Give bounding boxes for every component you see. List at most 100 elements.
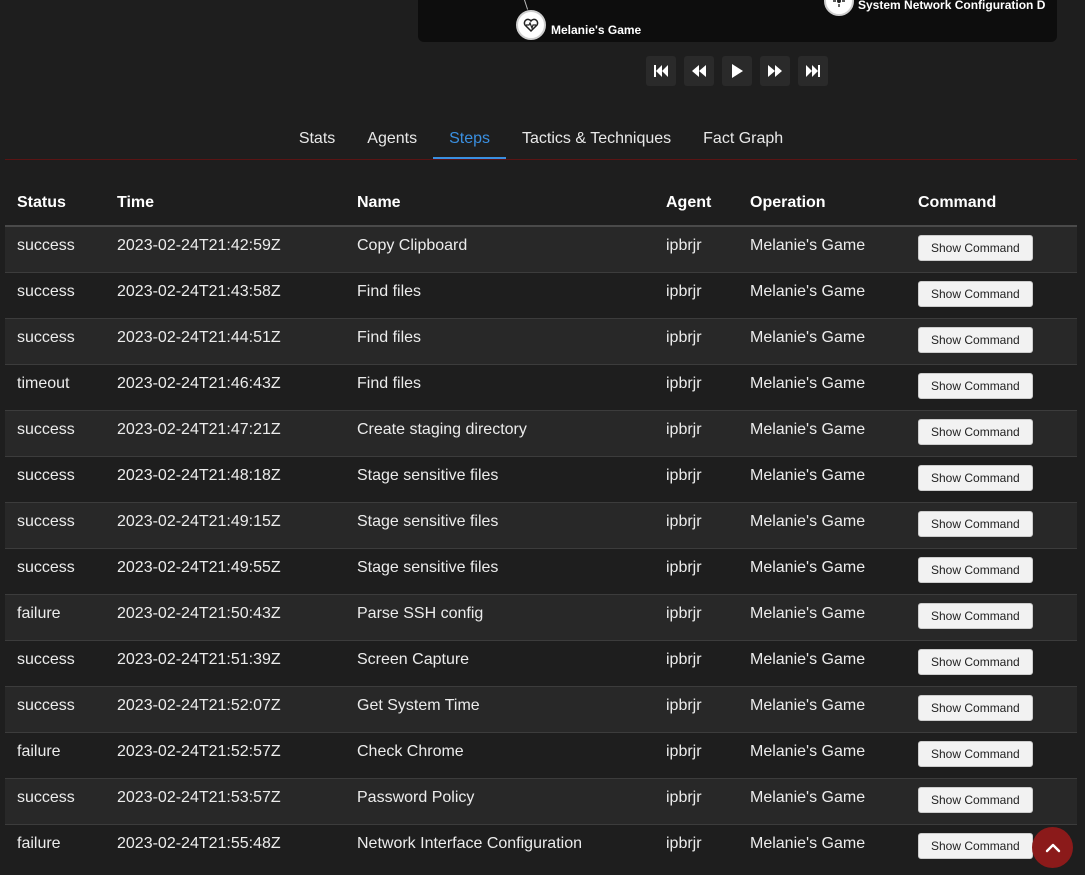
agent-cell: ipbrjr: [654, 363, 738, 410]
operation-cell: Melanie's Game: [738, 593, 906, 640]
skip-end-icon: [806, 65, 820, 77]
show-command-button[interactable]: Show Command: [918, 372, 1033, 399]
operation-cell: Melanie's Game: [738, 777, 906, 824]
operation-cell: Melanie's Game: [738, 363, 906, 410]
agent-cell: ipbrjr: [654, 593, 738, 640]
operation-cell: Melanie's Game: [738, 823, 906, 870]
show-command-button[interactable]: Show Command: [918, 786, 1033, 813]
table-row: success 2023-02-24T21:52:07Z Get System Ti…: [5, 685, 1077, 732]
show-command-button[interactable]: Show Command: [918, 694, 1033, 721]
show-command-button[interactable]: Show Command: [918, 832, 1033, 859]
column-header-command[interactable]: Command: [906, 180, 1077, 227]
table-row: success 2023-02-24T21:47:21Z Create stagin…: [5, 409, 1077, 456]
show-command-button[interactable]: Show Command: [918, 418, 1033, 445]
table-row: success 2023-02-24T21:42:59Z Copy Clipboar…: [5, 225, 1077, 272]
name-cell: Find files: [345, 363, 654, 410]
show-command-button[interactable]: Show Command: [918, 235, 1033, 261]
command-cell: Show Command: [906, 363, 1077, 410]
name-cell: Find files: [345, 317, 654, 364]
operation-cell: Melanie's Game: [738, 225, 906, 272]
table-row: success 2023-02-24T21:44:51Z Find files ipb…: [5, 317, 1077, 364]
command-cell: Show Command: [906, 409, 1077, 456]
show-command-button[interactable]: Show Command: [918, 510, 1033, 537]
agent-cell: ipbrjr: [654, 639, 738, 686]
step-back-button[interactable]: [684, 56, 714, 86]
column-header-status[interactable]: Status: [5, 180, 105, 227]
command-cell: Show Command: [906, 455, 1077, 502]
agent-cell: ipbrjr: [654, 317, 738, 364]
command-cell: Show Command: [906, 777, 1077, 824]
column-header-agent[interactable]: Agent: [654, 180, 738, 227]
agent-cell: ipbrjr: [654, 731, 738, 778]
name-cell: Parse SSH config: [345, 593, 654, 640]
time-cell: 2023-02-24T21:42:59Z: [105, 225, 345, 272]
command-cell: Show Command: [906, 593, 1077, 640]
time-cell: 2023-02-24T21:49:55Z: [105, 547, 345, 594]
skip-to-start-button[interactable]: [646, 56, 676, 86]
command-cell: Show Command: [906, 685, 1077, 732]
play-icon: [732, 64, 743, 78]
status-cell: success: [5, 547, 105, 594]
status-cell: success: [5, 455, 105, 502]
chevron-up-icon: [1045, 843, 1060, 852]
column-header-time[interactable]: Time: [105, 180, 345, 227]
column-header-operation[interactable]: Operation: [738, 180, 906, 227]
status-cell: failure: [5, 731, 105, 778]
steps-table-body: success 2023-02-24T21:42:59Z Copy Clipboar…: [5, 225, 1077, 870]
agent-cell: ipbrjr: [654, 823, 738, 870]
table-row: success 2023-02-24T21:49:55Z Stage sensiti…: [5, 547, 1077, 594]
steps-table: Status Time Name Agent Operation Command…: [5, 180, 1077, 870]
time-cell: 2023-02-24T21:49:15Z: [105, 501, 345, 548]
show-command-button[interactable]: Show Command: [918, 648, 1033, 675]
time-cell: 2023-02-24T21:47:21Z: [105, 409, 345, 456]
skip-start-icon: [654, 65, 668, 77]
name-cell: Screen Capture: [345, 639, 654, 686]
status-cell: success: [5, 317, 105, 364]
show-command-button[interactable]: Show Command: [918, 740, 1033, 767]
show-command-button[interactable]: Show Command: [918, 556, 1033, 583]
table-row: success 2023-02-24T21:49:15Z Stage sensiti…: [5, 501, 1077, 548]
step-forward-button[interactable]: [760, 56, 790, 86]
play-button[interactable]: [722, 56, 752, 86]
tab-steps[interactable]: Steps: [433, 118, 507, 159]
agent-cell: ipbrjr: [654, 547, 738, 594]
agent-cell: ipbrjr: [654, 225, 738, 272]
network-node[interactable]: [824, 0, 854, 16]
agent-cell: ipbrjr: [654, 777, 738, 824]
tab-fact-graph[interactable]: Fact Graph: [687, 118, 799, 159]
network-icon: [833, 0, 845, 7]
heartbeat-icon: [523, 18, 539, 33]
operation-cell: Melanie's Game: [738, 731, 906, 778]
tab-agents[interactable]: Agents: [351, 118, 433, 159]
table-row: failure 2023-02-24T21:50:43Z Parse SSH con…: [5, 593, 1077, 640]
skip-to-end-button[interactable]: [798, 56, 828, 86]
operation-cell: Melanie's Game: [738, 501, 906, 548]
scroll-to-top-button[interactable]: [1032, 827, 1073, 868]
table-row: success 2023-02-24T21:43:58Z Find files ipb…: [5, 271, 1077, 318]
agent-cell: ipbrjr: [654, 455, 738, 502]
status-cell: success: [5, 685, 105, 732]
tab-stats[interactable]: Stats: [283, 118, 351, 159]
show-command-button[interactable]: Show Command: [918, 280, 1033, 307]
show-command-button[interactable]: Show Command: [918, 602, 1033, 629]
tab-tactics-techniques[interactable]: Tactics & Techniques: [506, 118, 687, 159]
command-cell: Show Command: [906, 731, 1077, 778]
name-cell: Find files: [345, 271, 654, 318]
heartbeat-node[interactable]: [516, 10, 546, 40]
name-cell: Password Policy: [345, 777, 654, 824]
show-command-button[interactable]: Show Command: [918, 464, 1033, 491]
column-header-name[interactable]: Name: [345, 180, 654, 227]
table-row: failure 2023-02-24T21:55:48Z Network Inter…: [5, 823, 1077, 870]
table-row: success 2023-02-24T21:53:57Z Password Poli…: [5, 777, 1077, 824]
agent-cell: ipbrjr: [654, 409, 738, 456]
name-cell: Copy Clipboard: [345, 225, 654, 272]
operation-cell: Melanie's Game: [738, 639, 906, 686]
step-back-icon: [692, 65, 706, 77]
name-cell: Check Chrome: [345, 731, 654, 778]
table-row: failure 2023-02-24T21:52:57Z Check Chrome i…: [5, 731, 1077, 778]
show-command-button[interactable]: Show Command: [918, 326, 1033, 353]
table-row: timeout 2023-02-24T21:46:43Z Find files ipb…: [5, 363, 1077, 410]
operation-graph[interactable]: Melanie's Game System Network Configurat…: [418, 0, 1057, 42]
name-cell: Network Interface Configuration: [345, 823, 654, 870]
name-cell: Get System Time: [345, 685, 654, 732]
